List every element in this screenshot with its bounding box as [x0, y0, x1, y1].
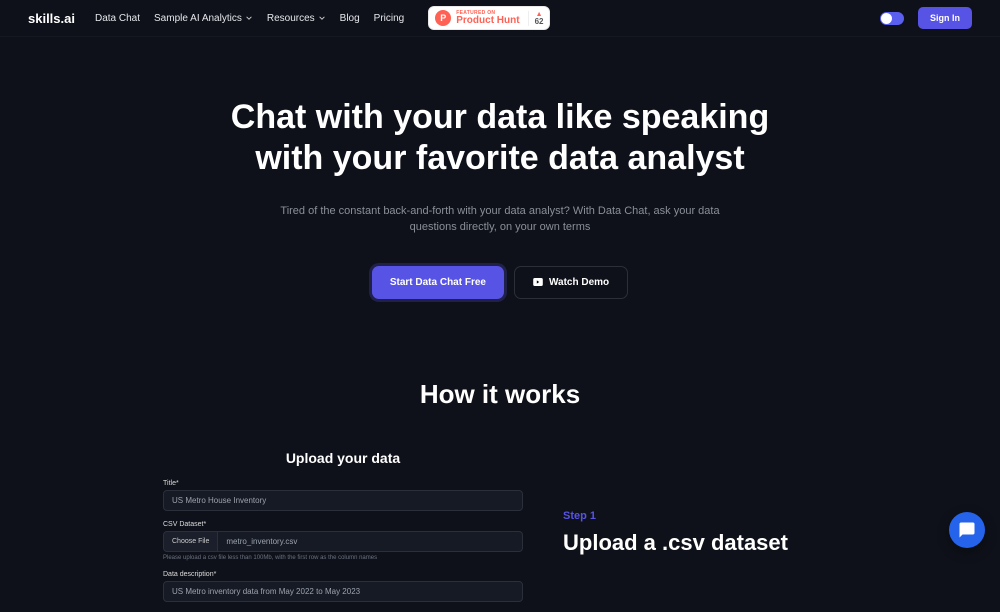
product-hunt-text: FEATURED ON Product Hunt: [456, 11, 519, 26]
watch-demo-label: Watch Demo: [549, 277, 609, 288]
choose-file-button[interactable]: Choose File: [163, 531, 218, 552]
logo[interactable]: skills.ai: [28, 11, 75, 26]
upload-card: Upload your data Title* CSV Dataset* Cho…: [163, 450, 523, 612]
play-icon: [533, 278, 543, 286]
nav-pricing[interactable]: Pricing: [374, 13, 405, 24]
csv-hint: Please upload a csv file less than 100Mb…: [163, 555, 523, 561]
title-label: Title*: [163, 480, 523, 487]
how-content: Upload your data Title* CSV Dataset* Cho…: [0, 450, 1000, 612]
start-free-button[interactable]: Start Data Chat Free: [372, 266, 504, 299]
upload-heading: Upload your data: [163, 450, 523, 466]
product-hunt-icon: P: [435, 10, 451, 26]
nav-resources-label: Resources: [267, 13, 315, 24]
ph-votes: ▲ 62: [528, 11, 544, 26]
csv-label: CSV Dataset*: [163, 521, 523, 528]
title-input[interactable]: [163, 490, 523, 511]
hero-buttons: Start Data Chat Free Watch Demo: [20, 266, 980, 299]
theme-toggle[interactable]: [880, 12, 904, 25]
nav-data-chat[interactable]: Data Chat: [95, 13, 140, 24]
csv-group: CSV Dataset* Choose File metro_inventory…: [163, 521, 523, 561]
watch-demo-button[interactable]: Watch Demo: [514, 266, 628, 299]
product-hunt-badge[interactable]: P FEATURED ON Product Hunt ▲ 62: [428, 6, 550, 30]
nav: Data Chat Sample AI Analytics Resources …: [95, 6, 551, 30]
chat-icon: [958, 521, 976, 539]
hero-title: Chat with your data like speaking with y…: [200, 97, 800, 179]
step-label: Step 1: [563, 510, 972, 522]
header: skills.ai Data Chat Sample AI Analytics …: [0, 0, 1000, 37]
how-title: How it works: [0, 379, 1000, 410]
desc-input[interactable]: [163, 581, 523, 602]
title-group: Title*: [163, 480, 523, 511]
file-name: metro_inventory.csv: [218, 531, 523, 552]
chat-bubble-button[interactable]: [949, 512, 985, 548]
how-it-works: How it works Upload your data Title* CSV…: [0, 339, 1000, 612]
hero-subtitle: Tired of the constant back-and-forth wit…: [280, 203, 720, 236]
nav-sample-analytics[interactable]: Sample AI Analytics: [154, 13, 253, 24]
chevron-down-icon: [245, 14, 253, 22]
nav-blog[interactable]: Blog: [340, 13, 360, 24]
signin-button[interactable]: Sign In: [918, 7, 972, 29]
nav-sample-label: Sample AI Analytics: [154, 13, 242, 24]
desc-group: Data description*: [163, 571, 523, 602]
desc-label: Data description*: [163, 571, 523, 578]
hero: Chat with your data like speaking with y…: [0, 37, 1000, 339]
chevron-down-icon: [318, 14, 326, 22]
ph-name: Product Hunt: [456, 16, 519, 26]
step-title: Upload a .csv dataset: [563, 530, 972, 556]
file-row: Choose File metro_inventory.csv: [163, 531, 523, 552]
nav-resources[interactable]: Resources: [267, 13, 326, 24]
step-info: Step 1 Upload a .csv dataset: [563, 450, 972, 612]
ph-count: 62: [535, 18, 544, 26]
toggle-knob: [881, 13, 892, 24]
header-right: Sign In: [880, 7, 972, 29]
